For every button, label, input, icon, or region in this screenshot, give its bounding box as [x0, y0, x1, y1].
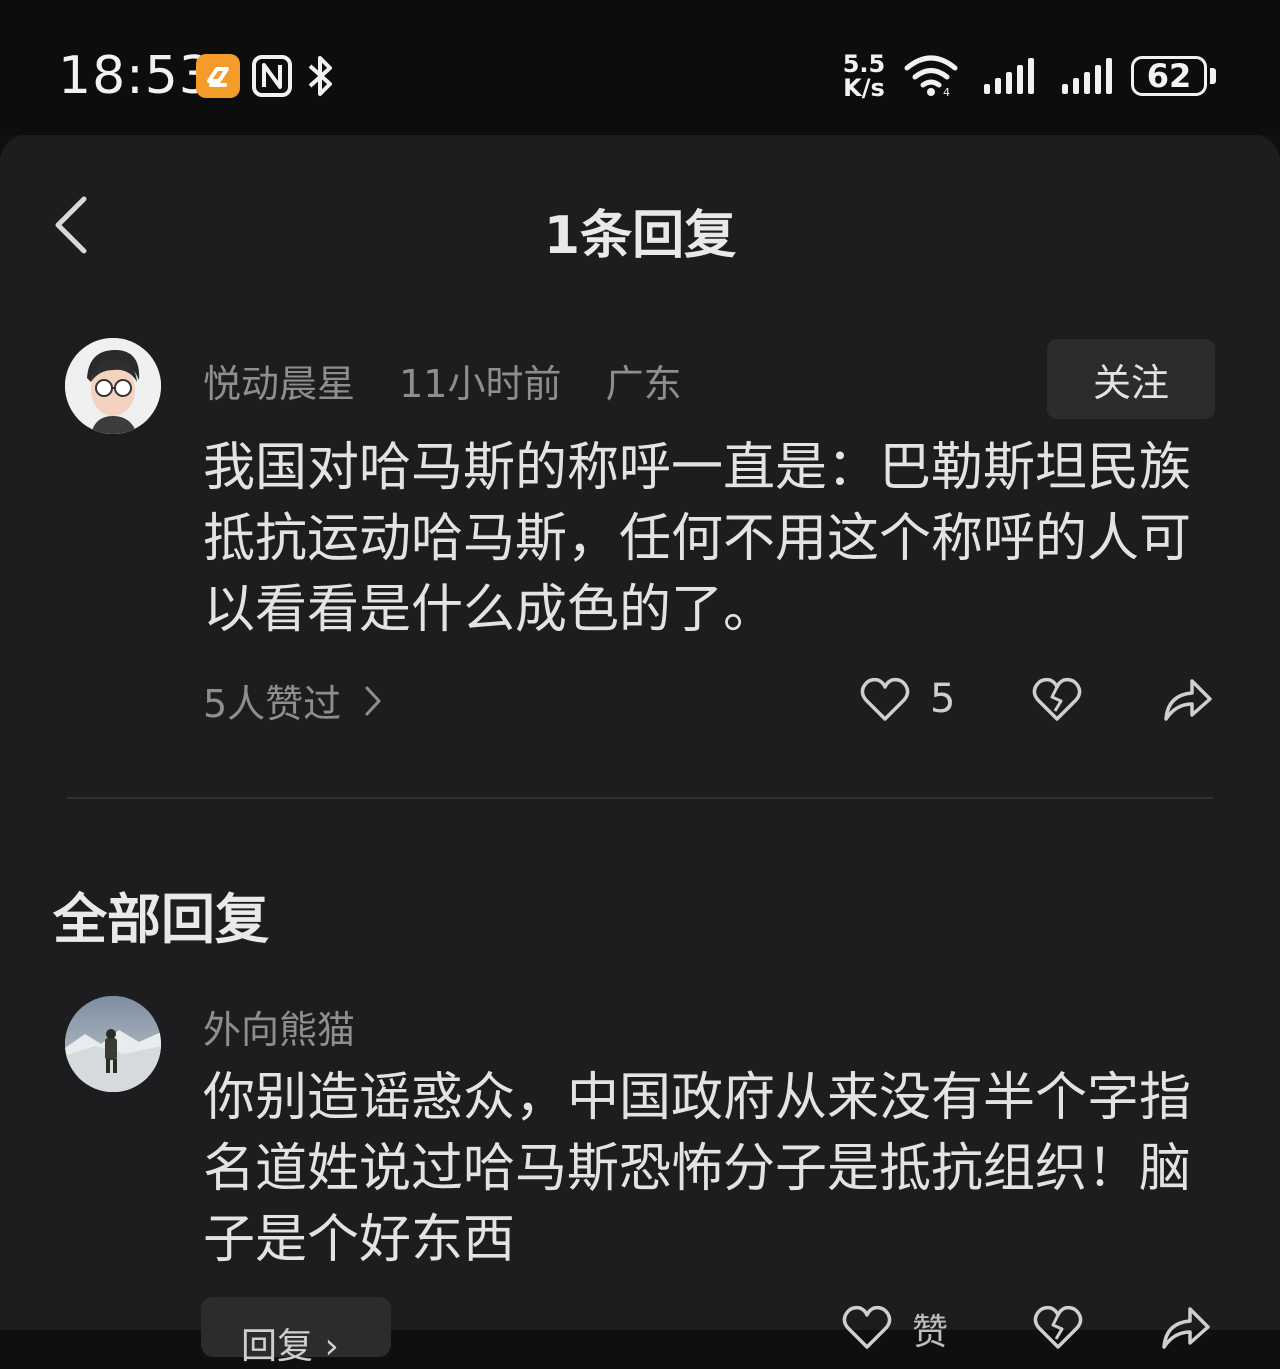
comment-text: 我国对哈马斯的称呼一直是：巴勒斯坦民族抵抗运动哈马斯，任何不用这个称呼的人可以看…: [203, 438, 1192, 640]
share-icon[interactable]: [1162, 675, 1214, 723]
avatar[interactable]: [65, 996, 161, 1092]
likers-link[interactable]: 5人赞过: [203, 673, 383, 728]
signal-icon: [1062, 58, 1112, 94]
heart-icon[interactable]: [842, 1305, 892, 1351]
follow-button[interactable]: 关注: [1047, 339, 1215, 419]
page-title: 1条回复: [543, 206, 737, 266]
like-label: 赞: [912, 1312, 949, 1353]
reply-text: 你别造谣惑众，中国政府从来没有半个字指名道姓说过哈马斯恐怖分子是抵抗组织！脑子是…: [203, 1068, 1192, 1270]
battery-level: 62: [1146, 57, 1192, 95]
like-count: 5: [930, 676, 956, 722]
section-title: 全部回复: [53, 888, 269, 951]
svg-text:4: 4: [943, 86, 950, 98]
network-speed: 5.5 K/s: [842, 50, 886, 102]
nfc-icon: [252, 55, 292, 97]
comment-meta: 悦动晨星 11小时前 广东: [203, 353, 714, 408]
battery-cap: [1210, 68, 1216, 84]
author-name[interactable]: 悦动晨星: [203, 362, 355, 406]
battery-icon: 62: [1131, 56, 1207, 96]
divider: [67, 797, 1213, 799]
app-badge-icon: [196, 54, 240, 98]
heart-icon[interactable]: [860, 677, 910, 723]
avatar[interactable]: [65, 338, 161, 434]
signal-icon: [984, 58, 1034, 94]
clock: 18:53: [58, 46, 213, 106]
chevron-right-icon: [365, 686, 381, 715]
reply-button[interactable]: 回复 ›: [201, 1297, 391, 1367]
reply-author-name[interactable]: 外向熊猫: [203, 999, 355, 1054]
reply-sheet: 1条回复 悦动晨星 11小时前 广东 关注 我国对哈马斯的称呼一直是：巴勒斯坦民…: [0, 135, 1280, 1367]
bluetooth-icon: [308, 56, 332, 96]
likers-label: 5人赞过: [203, 682, 342, 726]
comment-time: 11小时前: [399, 362, 562, 406]
dislike-icon[interactable]: [1033, 1305, 1083, 1351]
comment-location: 广东: [605, 362, 682, 406]
dislike-icon[interactable]: [1032, 677, 1082, 723]
status-bar: 18:53 5.5 K/s 4 62: [0, 0, 1280, 135]
wifi-icon: 4: [904, 55, 958, 98]
share-icon[interactable]: [1160, 1303, 1212, 1351]
